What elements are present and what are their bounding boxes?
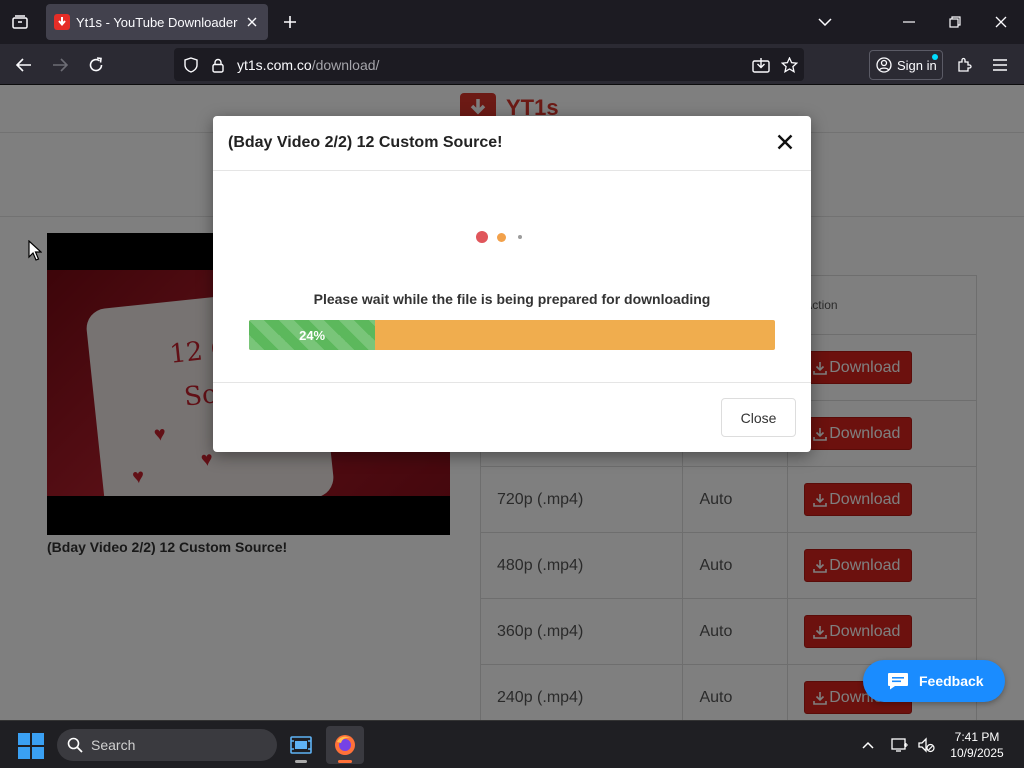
bookmark-star-icon[interactable]	[779, 55, 799, 75]
clock-time: 7:41 PM	[954, 730, 1000, 744]
address-bar[interactable]: yt1s.com.co/download/	[174, 48, 804, 81]
window-close-icon[interactable]	[986, 8, 1016, 36]
taskbar-app-media[interactable]	[282, 726, 320, 764]
notification-dot	[932, 54, 938, 60]
progress-fill: 24%	[249, 320, 376, 350]
close-button[interactable]: Close	[721, 398, 796, 437]
volume-muted-icon[interactable]	[916, 735, 936, 755]
list-all-tabs-chevron-icon[interactable]	[810, 8, 840, 36]
system-clock[interactable]: 7:41 PM 10/9/2025	[944, 729, 1010, 761]
minimize-icon[interactable]	[894, 8, 924, 36]
loading-spinner-icon	[476, 231, 536, 243]
lock-icon[interactable]	[208, 55, 228, 75]
yt1s-favicon-icon	[54, 14, 70, 30]
browser-tab-bar: Yt1s - YouTube Downloader | Yo	[0, 0, 1024, 44]
start-tile	[32, 733, 44, 745]
account-icon	[876, 57, 892, 73]
restore-icon[interactable]	[940, 8, 970, 36]
modal-title: (Bday Video 2/2) 12 Custom Source!	[228, 134, 503, 151]
modal-close-icon[interactable]	[773, 130, 797, 154]
network-display-icon[interactable]	[890, 735, 910, 755]
chat-bubble-icon	[888, 673, 908, 690]
forward-arrow-icon[interactable]	[46, 51, 74, 79]
start-tile	[32, 747, 44, 759]
reload-icon[interactable]	[82, 51, 110, 79]
spinner-dot	[518, 235, 522, 239]
taskbar-app-firefox[interactable]	[326, 726, 364, 764]
windows-start-icon[interactable]	[18, 733, 44, 759]
modal-footer: Close	[213, 382, 811, 452]
feedback-button[interactable]: Feedback	[863, 660, 1005, 702]
browser-tab-active[interactable]: Yt1s - YouTube Downloader | Yo	[46, 4, 268, 40]
clock-date: 10/9/2025	[950, 746, 1004, 760]
search-placeholder: Search	[91, 737, 136, 753]
back-arrow-icon[interactable]	[10, 51, 38, 79]
tab-title: Yt1s - YouTube Downloader | Yo	[76, 14, 239, 30]
new-tab-button[interactable]	[278, 10, 302, 34]
feedback-label: Feedback	[919, 673, 984, 689]
wait-message: Please wait while the file is being prep…	[313, 291, 711, 307]
tab-close-icon[interactable]	[245, 14, 260, 30]
sign-in-button[interactable]: Sign in	[869, 50, 943, 80]
start-tile	[18, 733, 30, 745]
sign-in-label: Sign in	[897, 57, 937, 73]
url-host: yt1s.com.co	[237, 57, 312, 73]
modal-header: (Bday Video 2/2) 12 Custom Source!	[213, 116, 811, 171]
spinner-dot	[497, 233, 506, 242]
spinner-dot	[476, 231, 488, 243]
progress-bar: 24%	[249, 320, 775, 350]
url-text[interactable]: yt1s.com.co/download/	[237, 57, 379, 73]
browser-toolbar: yt1s.com.co/download/ Sign in	[0, 44, 1024, 85]
shield-icon[interactable]	[181, 55, 201, 75]
firefox-icon	[335, 735, 355, 755]
search-icon	[67, 737, 83, 753]
menu-hamburger-icon[interactable]	[986, 51, 1014, 79]
extensions-icon[interactable]	[950, 51, 978, 79]
download-modal: (Bday Video 2/2) 12 Custom Source! Pleas…	[213, 116, 811, 452]
mouse-cursor-icon	[28, 240, 42, 261]
reader-download-icon[interactable]	[751, 55, 771, 75]
url-path: /download/	[311, 57, 380, 73]
windows-taskbar: Search 7:41 PM 10/9/2025	[0, 720, 1024, 768]
start-tile	[18, 747, 30, 759]
taskbar-search[interactable]: Search	[57, 729, 277, 761]
tab-list-icon[interactable]	[6, 8, 34, 36]
video-editor-icon	[290, 736, 312, 754]
app-running-indicator	[295, 760, 307, 763]
tray-chevron-up-icon[interactable]	[858, 735, 878, 755]
progress-label: 24%	[299, 327, 326, 343]
app-active-indicator	[338, 760, 352, 763]
